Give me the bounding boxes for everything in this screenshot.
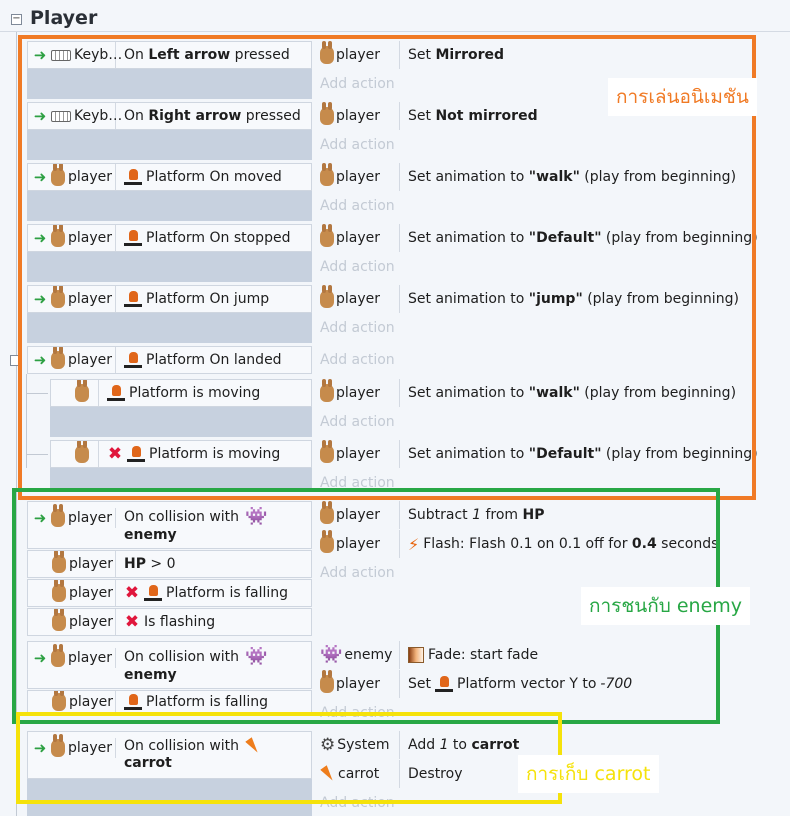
annotation-label-enemy: การชนกับ enemy xyxy=(581,587,751,625)
group-title: Player xyxy=(30,7,98,29)
annotation-label-animation: การเล่นอนิเมชัน xyxy=(608,78,757,116)
group-divider xyxy=(0,31,790,32)
annotation-box-carrot xyxy=(16,712,562,804)
annotation-label-carrot: การเก็บ carrot xyxy=(518,755,659,793)
group-collapse-toggle[interactable]: − xyxy=(11,14,22,25)
